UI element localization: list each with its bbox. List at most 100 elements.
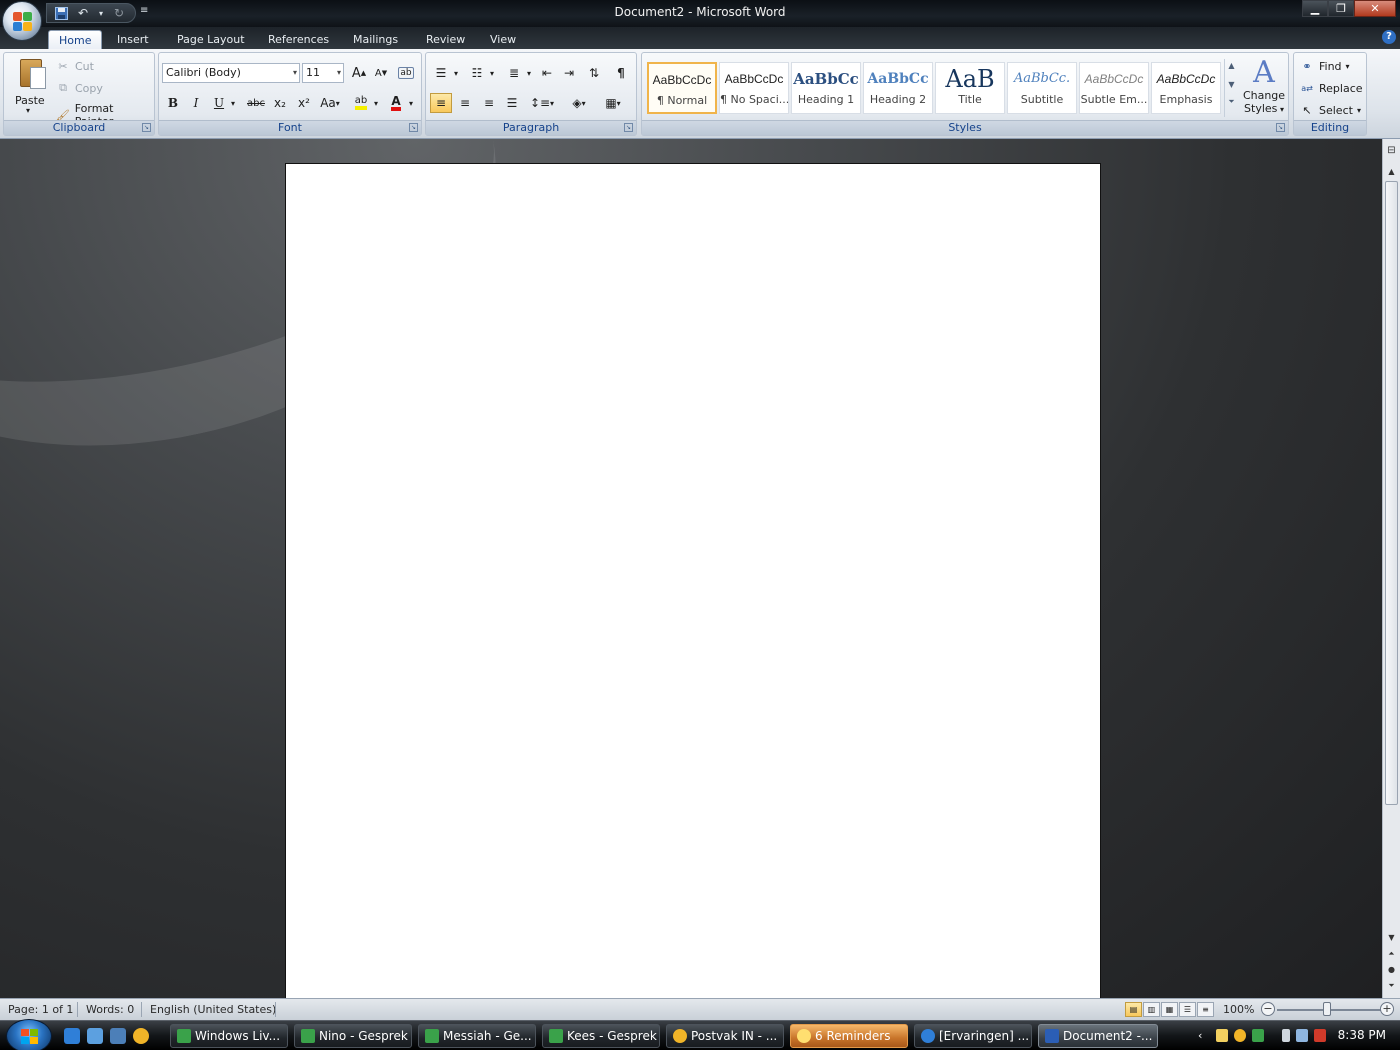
tab-references[interactable]: References [258, 30, 339, 50]
styles-launcher-icon[interactable]: ↘ [1276, 123, 1285, 132]
bullets-dropdown-icon[interactable]: ▾ [450, 63, 462, 83]
scroll-thumb[interactable] [1385, 181, 1398, 805]
full-screen-reading-icon[interactable]: ▥ [1143, 1002, 1160, 1017]
superscript-button[interactable]: x² [293, 93, 315, 113]
cut-button[interactable]: ✂ Cut [55, 58, 94, 74]
zoom-in-icon[interactable]: + [1380, 1002, 1394, 1016]
clock[interactable]: 8:38 PM [1338, 1028, 1386, 1042]
paragraph-launcher-icon[interactable]: ↘ [624, 123, 633, 132]
redo-icon[interactable]: ↻ [111, 5, 127, 21]
paste-dropdown-icon[interactable]: ▾ [26, 106, 30, 115]
volume-muted-icon[interactable] [1314, 1029, 1326, 1042]
tab-mailings[interactable]: Mailings [343, 30, 408, 50]
taskbar-item[interactable]: Nino - Gesprek [294, 1024, 412, 1048]
subscript-button[interactable]: x₂ [269, 93, 291, 113]
style-heading-2[interactable]: AaBbCc Heading 2 [863, 62, 933, 114]
clipboard-launcher-icon[interactable]: ↘ [142, 123, 151, 132]
start-button[interactable] [6, 1019, 52, 1050]
close-button[interactable]: ✕ [1354, 0, 1396, 17]
font-launcher-icon[interactable]: ↘ [409, 123, 418, 132]
tab-review[interactable]: Review [416, 30, 475, 50]
ruler-toggle-icon[interactable]: ⊟ [1383, 145, 1400, 156]
maximize-button[interactable]: ❐ [1328, 0, 1354, 17]
taskbar-item[interactable]: Messiah - Ge... [418, 1024, 536, 1048]
show-desktop-icon[interactable] [87, 1028, 103, 1044]
paste-icon[interactable] [18, 57, 48, 91]
font-color-button[interactable]: A [385, 93, 407, 113]
office-button[interactable] [2, 1, 42, 41]
messenger-quicklaunch-icon[interactable] [133, 1028, 149, 1044]
numbering-dropdown-icon[interactable]: ▾ [486, 63, 498, 83]
gallery-up-icon[interactable]: ▲ [1228, 61, 1234, 70]
undo-icon[interactable]: ↶ [75, 5, 91, 21]
draft-view-icon[interactable]: ≡ [1197, 1002, 1214, 1017]
scroll-up-icon[interactable]: ▲ [1383, 167, 1400, 176]
style-title[interactable]: AaB Title [935, 62, 1005, 114]
internet-explorer-icon[interactable] [64, 1028, 80, 1044]
select-button[interactable]: ↖ Select ▾ [1299, 102, 1361, 118]
taskbar-item-word[interactable]: Document2 -... [1038, 1024, 1158, 1048]
mail-icon[interactable] [1216, 1029, 1228, 1042]
bullets-icon[interactable]: ☰ [430, 63, 452, 83]
document-page[interactable] [285, 163, 1101, 998]
style-emphasis[interactable]: AaBbCcDc Emphasis [1151, 62, 1221, 114]
bold-button[interactable]: B [162, 93, 184, 113]
zoom-out-icon[interactable]: − [1261, 1002, 1275, 1016]
change-case-button[interactable]: Aa ▾ [317, 93, 343, 113]
style-no-spacing[interactable]: AaBbCcDc ¶ No Spaci... [719, 62, 789, 114]
numbering-icon[interactable]: ☷ [466, 63, 488, 83]
gallery-down-icon[interactable]: ▼ [1228, 80, 1234, 89]
line-spacing-icon[interactable]: ↕≡ ▾ [527, 93, 557, 113]
page-count[interactable]: Page: 1 of 1 [8, 1003, 73, 1016]
copy-button[interactable]: ⧉ Copy [55, 80, 103, 96]
network-icon[interactable] [1296, 1029, 1308, 1042]
style-subtitle[interactable]: AaBbCc. Subtitle [1007, 62, 1077, 114]
taskbar-item-reminders[interactable]: 6 Reminders [790, 1024, 908, 1048]
shrink-font-button[interactable]: A ▼ [370, 63, 392, 83]
customize-qat-icon[interactable]: ≡ [140, 5, 148, 16]
outlook-tray-icon[interactable] [1234, 1029, 1246, 1042]
zoom-level[interactable]: 100% [1223, 1003, 1254, 1016]
font-size-combo[interactable]: 11 ▾ [302, 63, 344, 83]
sort-icon[interactable]: ⇅ [583, 63, 605, 83]
font-color-dropdown-icon[interactable]: ▾ [405, 93, 417, 113]
style-heading-1[interactable]: AaBbCc Heading 1 [791, 62, 861, 114]
align-center-icon[interactable]: ≡ [454, 93, 476, 113]
gallery-more-icon[interactable]: ⏷ [1228, 97, 1234, 107]
clear-formatting-button[interactable]: ab [395, 63, 417, 83]
align-left-icon[interactable]: ≡ [430, 93, 452, 113]
battery-icon[interactable] [1282, 1029, 1290, 1042]
highlight-dropdown-icon[interactable]: ▾ [370, 93, 382, 113]
next-page-icon[interactable]: ⏷ [1383, 981, 1400, 991]
taskbar-item[interactable]: Windows Liv... [170, 1024, 288, 1048]
minimize-button[interactable]: ▁ [1302, 0, 1328, 17]
find-button[interactable]: ⚭ Find ▾ [1299, 58, 1349, 74]
replace-button[interactable]: a⇄ Replace [1299, 80, 1362, 96]
tab-view[interactable]: View [480, 30, 526, 50]
show-hide-marks-button[interactable]: ¶ [610, 63, 632, 83]
chevron-left-icon[interactable]: ‹ [1198, 1029, 1210, 1042]
language-indicator[interactable]: English (United States) [150, 1003, 276, 1016]
multilevel-list-icon[interactable]: ≣ [503, 63, 525, 83]
word-count[interactable]: Words: 0 [86, 1003, 134, 1016]
vertical-scrollbar[interactable]: ⊟ ▲ ▼ ⏶ ● ⏷ [1382, 139, 1400, 998]
underline-dropdown-icon[interactable]: ▾ [227, 93, 239, 113]
messenger-tray-icon[interactable] [1252, 1029, 1264, 1042]
style-subtle-emphasis[interactable]: AaBbCcDc Subtle Em... [1079, 62, 1149, 114]
decrease-indent-icon[interactable]: ⇤ [536, 63, 558, 83]
justify-icon[interactable]: ☰ [501, 93, 523, 113]
change-styles-button[interactable]: A Change Styles ▾ [1242, 57, 1286, 116]
browse-object-icon[interactable]: ● [1383, 965, 1400, 974]
tab-page-layout[interactable]: Page Layout [167, 30, 255, 50]
strikethrough-button[interactable]: abc [245, 93, 267, 113]
zoom-slider-knob[interactable] [1323, 1002, 1331, 1016]
previous-page-icon[interactable]: ⏶ [1383, 949, 1400, 959]
taskbar-item[interactable]: Kees - Gesprek [542, 1024, 660, 1048]
borders-icon[interactable]: ▦ ▾ [598, 93, 628, 113]
tab-insert[interactable]: Insert [107, 30, 159, 50]
highlight-button[interactable]: ab [350, 93, 372, 113]
shading-icon[interactable]: ◈ ▾ [564, 93, 594, 113]
style-normal[interactable]: AaBbCcDc ¶ Normal [647, 62, 717, 114]
taskbar-item[interactable]: [Ervaringen] ... [914, 1024, 1032, 1048]
grow-font-button[interactable]: A ▲ [348, 63, 370, 83]
